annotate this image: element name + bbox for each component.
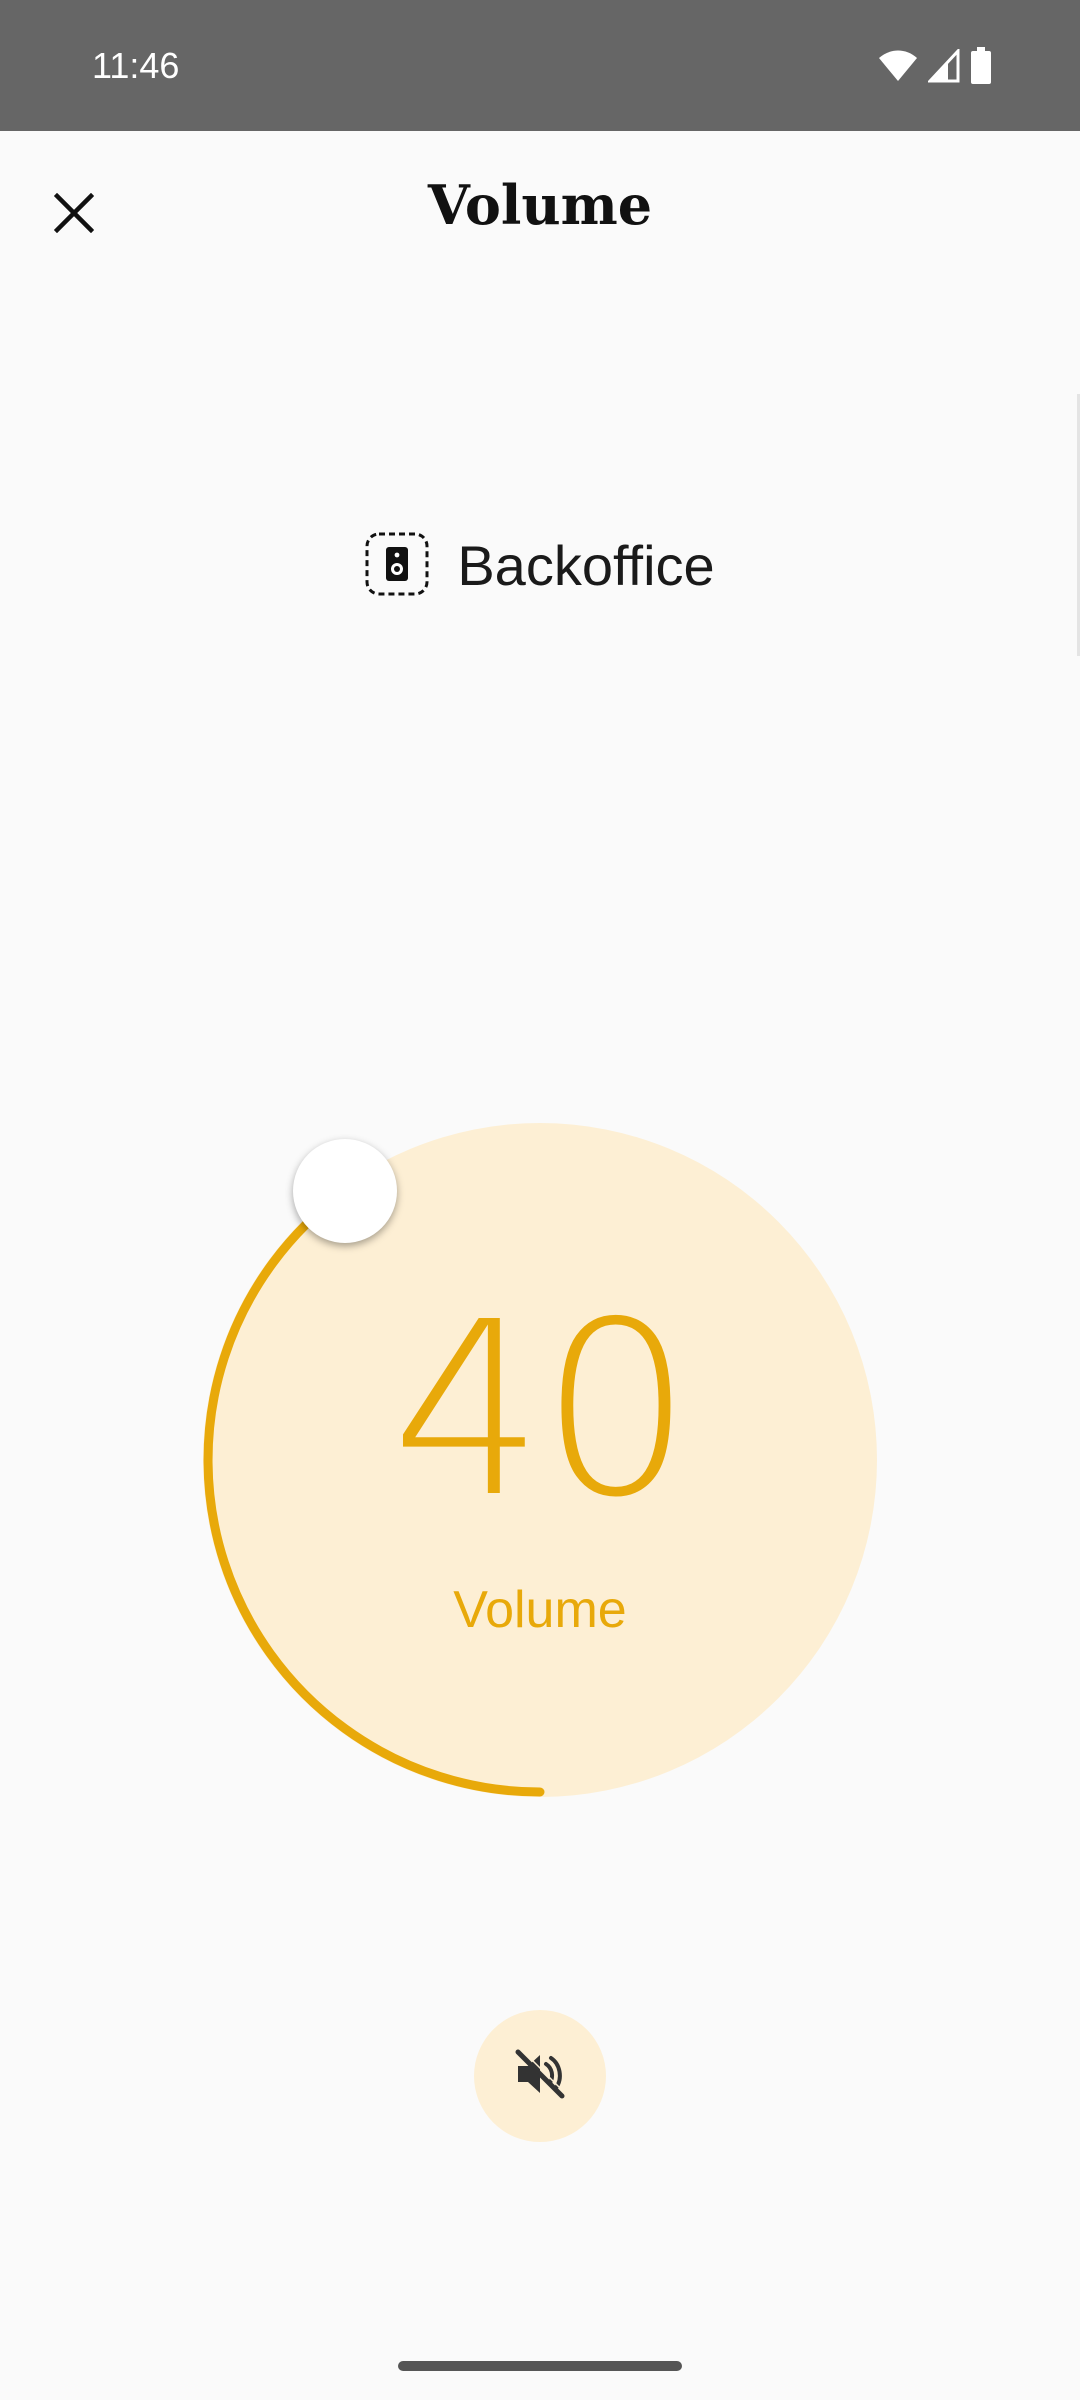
volume-arc (203, 1186, 545, 1797)
mute-button[interactable] (474, 2010, 606, 2142)
speaker-icon (365, 532, 429, 601)
volume-label: Volume (453, 1581, 627, 1639)
volume-off-icon (512, 2046, 568, 2107)
page-title: Volume (427, 173, 653, 237)
device-selector[interactable]: Backoffice (0, 530, 1080, 602)
wifi-icon (878, 49, 918, 83)
battery-icon (970, 47, 992, 85)
status-bar: 11:46 (0, 0, 1080, 131)
home-indicator[interactable] (398, 2361, 682, 2371)
status-icons (878, 46, 992, 86)
volume-value: 40 (391, 1270, 692, 1550)
volume-slider-handle[interactable] (292, 1139, 397, 1244)
cellular-signal-icon (928, 49, 960, 83)
status-time: 11:46 (92, 45, 180, 86)
device-name: Backoffice (457, 534, 715, 597)
app-header: Volume (0, 131, 1080, 291)
